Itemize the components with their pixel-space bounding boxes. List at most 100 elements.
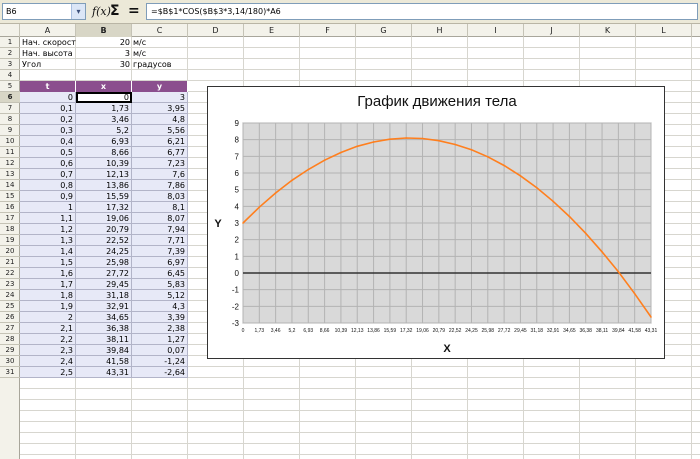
table-cell[interactable]: 15,59 [76,191,132,202]
column-header-d[interactable]: D [188,24,244,37]
table-cell[interactable]: 7,86 [132,180,188,191]
table-cell[interactable]: 2,2 [20,334,76,345]
table-cell[interactable]: 31,18 [76,290,132,301]
param-value[interactable]: 20 [76,37,132,48]
table-cell[interactable]: 5,83 [132,279,188,290]
row-header-15[interactable]: 15 [0,191,20,202]
table-cell[interactable]: 41,58 [76,356,132,367]
table-cell[interactable]: 29,45 [76,279,132,290]
name-box[interactable]: B6 ▾ [2,3,86,20]
table-cell[interactable]: -2,64 [132,367,188,378]
column-header-e[interactable]: E [244,24,300,37]
sum-icon[interactable]: Σ [110,3,120,20]
table-cell[interactable]: 1,4 [20,246,76,257]
table-cell[interactable]: 6,21 [132,136,188,147]
column-header-h[interactable]: H [412,24,468,37]
select-all-corner[interactable] [0,24,20,37]
column-header-a[interactable]: A [20,24,76,37]
table-cell[interactable]: 7,71 [132,235,188,246]
table-cell[interactable]: 7,6 [132,169,188,180]
row-header-7[interactable]: 7 [0,103,20,114]
table-cell[interactable]: 3 [132,92,188,103]
table-cell[interactable]: 3,95 [132,103,188,114]
row-header-29[interactable]: 29 [0,345,20,356]
row-header-13[interactable]: 13 [0,169,20,180]
table-cell[interactable]: 7,39 [132,246,188,257]
table-cell[interactable]: 0,9 [20,191,76,202]
table-cell[interactable]: 1,1 [20,213,76,224]
table-cell[interactable]: 4,3 [132,301,188,312]
table-cell[interactable]: 1,9 [20,301,76,312]
row-header-11[interactable]: 11 [0,147,20,158]
table-header-y[interactable]: y [132,81,188,92]
table-cell[interactable]: 6,77 [132,147,188,158]
param-value[interactable]: 3 [76,48,132,59]
param-unit[interactable]: м/с [132,48,188,59]
row-header-24[interactable]: 24 [0,290,20,301]
table-cell[interactable]: 2,38 [132,323,188,334]
chevron-down-icon[interactable]: ▾ [71,4,85,19]
row-header-31[interactable]: 31 [0,367,20,378]
row-header-22[interactable]: 22 [0,268,20,279]
selected-cell[interactable]: 0 [76,92,132,103]
row-header-28[interactable]: 28 [0,334,20,345]
table-cell[interactable]: 1,8 [20,290,76,301]
table-cell[interactable]: 27,72 [76,268,132,279]
row-header-21[interactable]: 21 [0,257,20,268]
trajectory-chart[interactable]: График движения тела 9 8 7 6 5 4 3 2 1 0 -1 -2 -3 0 1,… [207,86,665,359]
table-cell[interactable]: 8,03 [132,191,188,202]
table-cell[interactable]: 0,1 [20,103,76,114]
table-header-x[interactable]: x [76,81,132,92]
table-cell[interactable]: 1,73 [76,103,132,114]
table-cell[interactable]: 8,66 [76,147,132,158]
table-cell[interactable]: 8,1 [132,202,188,213]
row-header-4[interactable]: 4 [0,70,20,81]
column-header-k[interactable]: K [580,24,636,37]
table-cell[interactable]: 34,65 [76,312,132,323]
table-cell[interactable]: 2,3 [20,345,76,356]
table-cell[interactable]: 1,7 [20,279,76,290]
table-cell[interactable]: 5,2 [76,125,132,136]
table-cell[interactable]: 5,12 [132,290,188,301]
row-header-23[interactable]: 23 [0,279,20,290]
column-header-b[interactable]: B [76,24,132,37]
table-cell[interactable]: 1 [20,202,76,213]
row-header-16[interactable]: 16 [0,202,20,213]
param-unit[interactable]: градусов [132,59,188,70]
table-cell[interactable]: 2,4 [20,356,76,367]
table-cell[interactable]: 3,46 [76,114,132,125]
row-header-26[interactable]: 26 [0,312,20,323]
table-cell[interactable]: 1,5 [20,257,76,268]
table-cell[interactable]: 1,3 [20,235,76,246]
table-cell[interactable]: 4,8 [132,114,188,125]
table-cell[interactable]: 12,13 [76,169,132,180]
function-wizard-icon[interactable]: f(x) [92,3,111,20]
table-cell[interactable]: 6,97 [132,257,188,268]
column-header-c[interactable]: C [132,24,188,37]
table-cell[interactable]: 6,93 [76,136,132,147]
table-cell[interactable]: 17,32 [76,202,132,213]
column-header-l[interactable]: L [636,24,692,37]
table-cell[interactable]: 0,6 [20,158,76,169]
row-header-9[interactable]: 9 [0,125,20,136]
table-cell[interactable]: 1,2 [20,224,76,235]
row-header-18[interactable]: 18 [0,224,20,235]
table-cell[interactable]: 20,79 [76,224,132,235]
row-header-25[interactable]: 25 [0,301,20,312]
row-header-20[interactable]: 20 [0,246,20,257]
table-cell[interactable]: 7,94 [132,224,188,235]
table-cell[interactable]: 0,3 [20,125,76,136]
column-header-g[interactable]: G [356,24,412,37]
param-value[interactable]: 30 [76,59,132,70]
column-header-i[interactable]: I [468,24,524,37]
row-header-3[interactable]: 3 [0,59,20,70]
table-cell[interactable]: 19,06 [76,213,132,224]
table-cell[interactable]: 2 [20,312,76,323]
table-cell[interactable]: 0,4 [20,136,76,147]
table-cell[interactable]: 2,1 [20,323,76,334]
table-cell[interactable]: 8,07 [132,213,188,224]
table-cell[interactable]: 32,91 [76,301,132,312]
row-header-12[interactable]: 12 [0,158,20,169]
table-cell[interactable]: 36,38 [76,323,132,334]
row-header-6[interactable]: 6 [0,92,20,103]
